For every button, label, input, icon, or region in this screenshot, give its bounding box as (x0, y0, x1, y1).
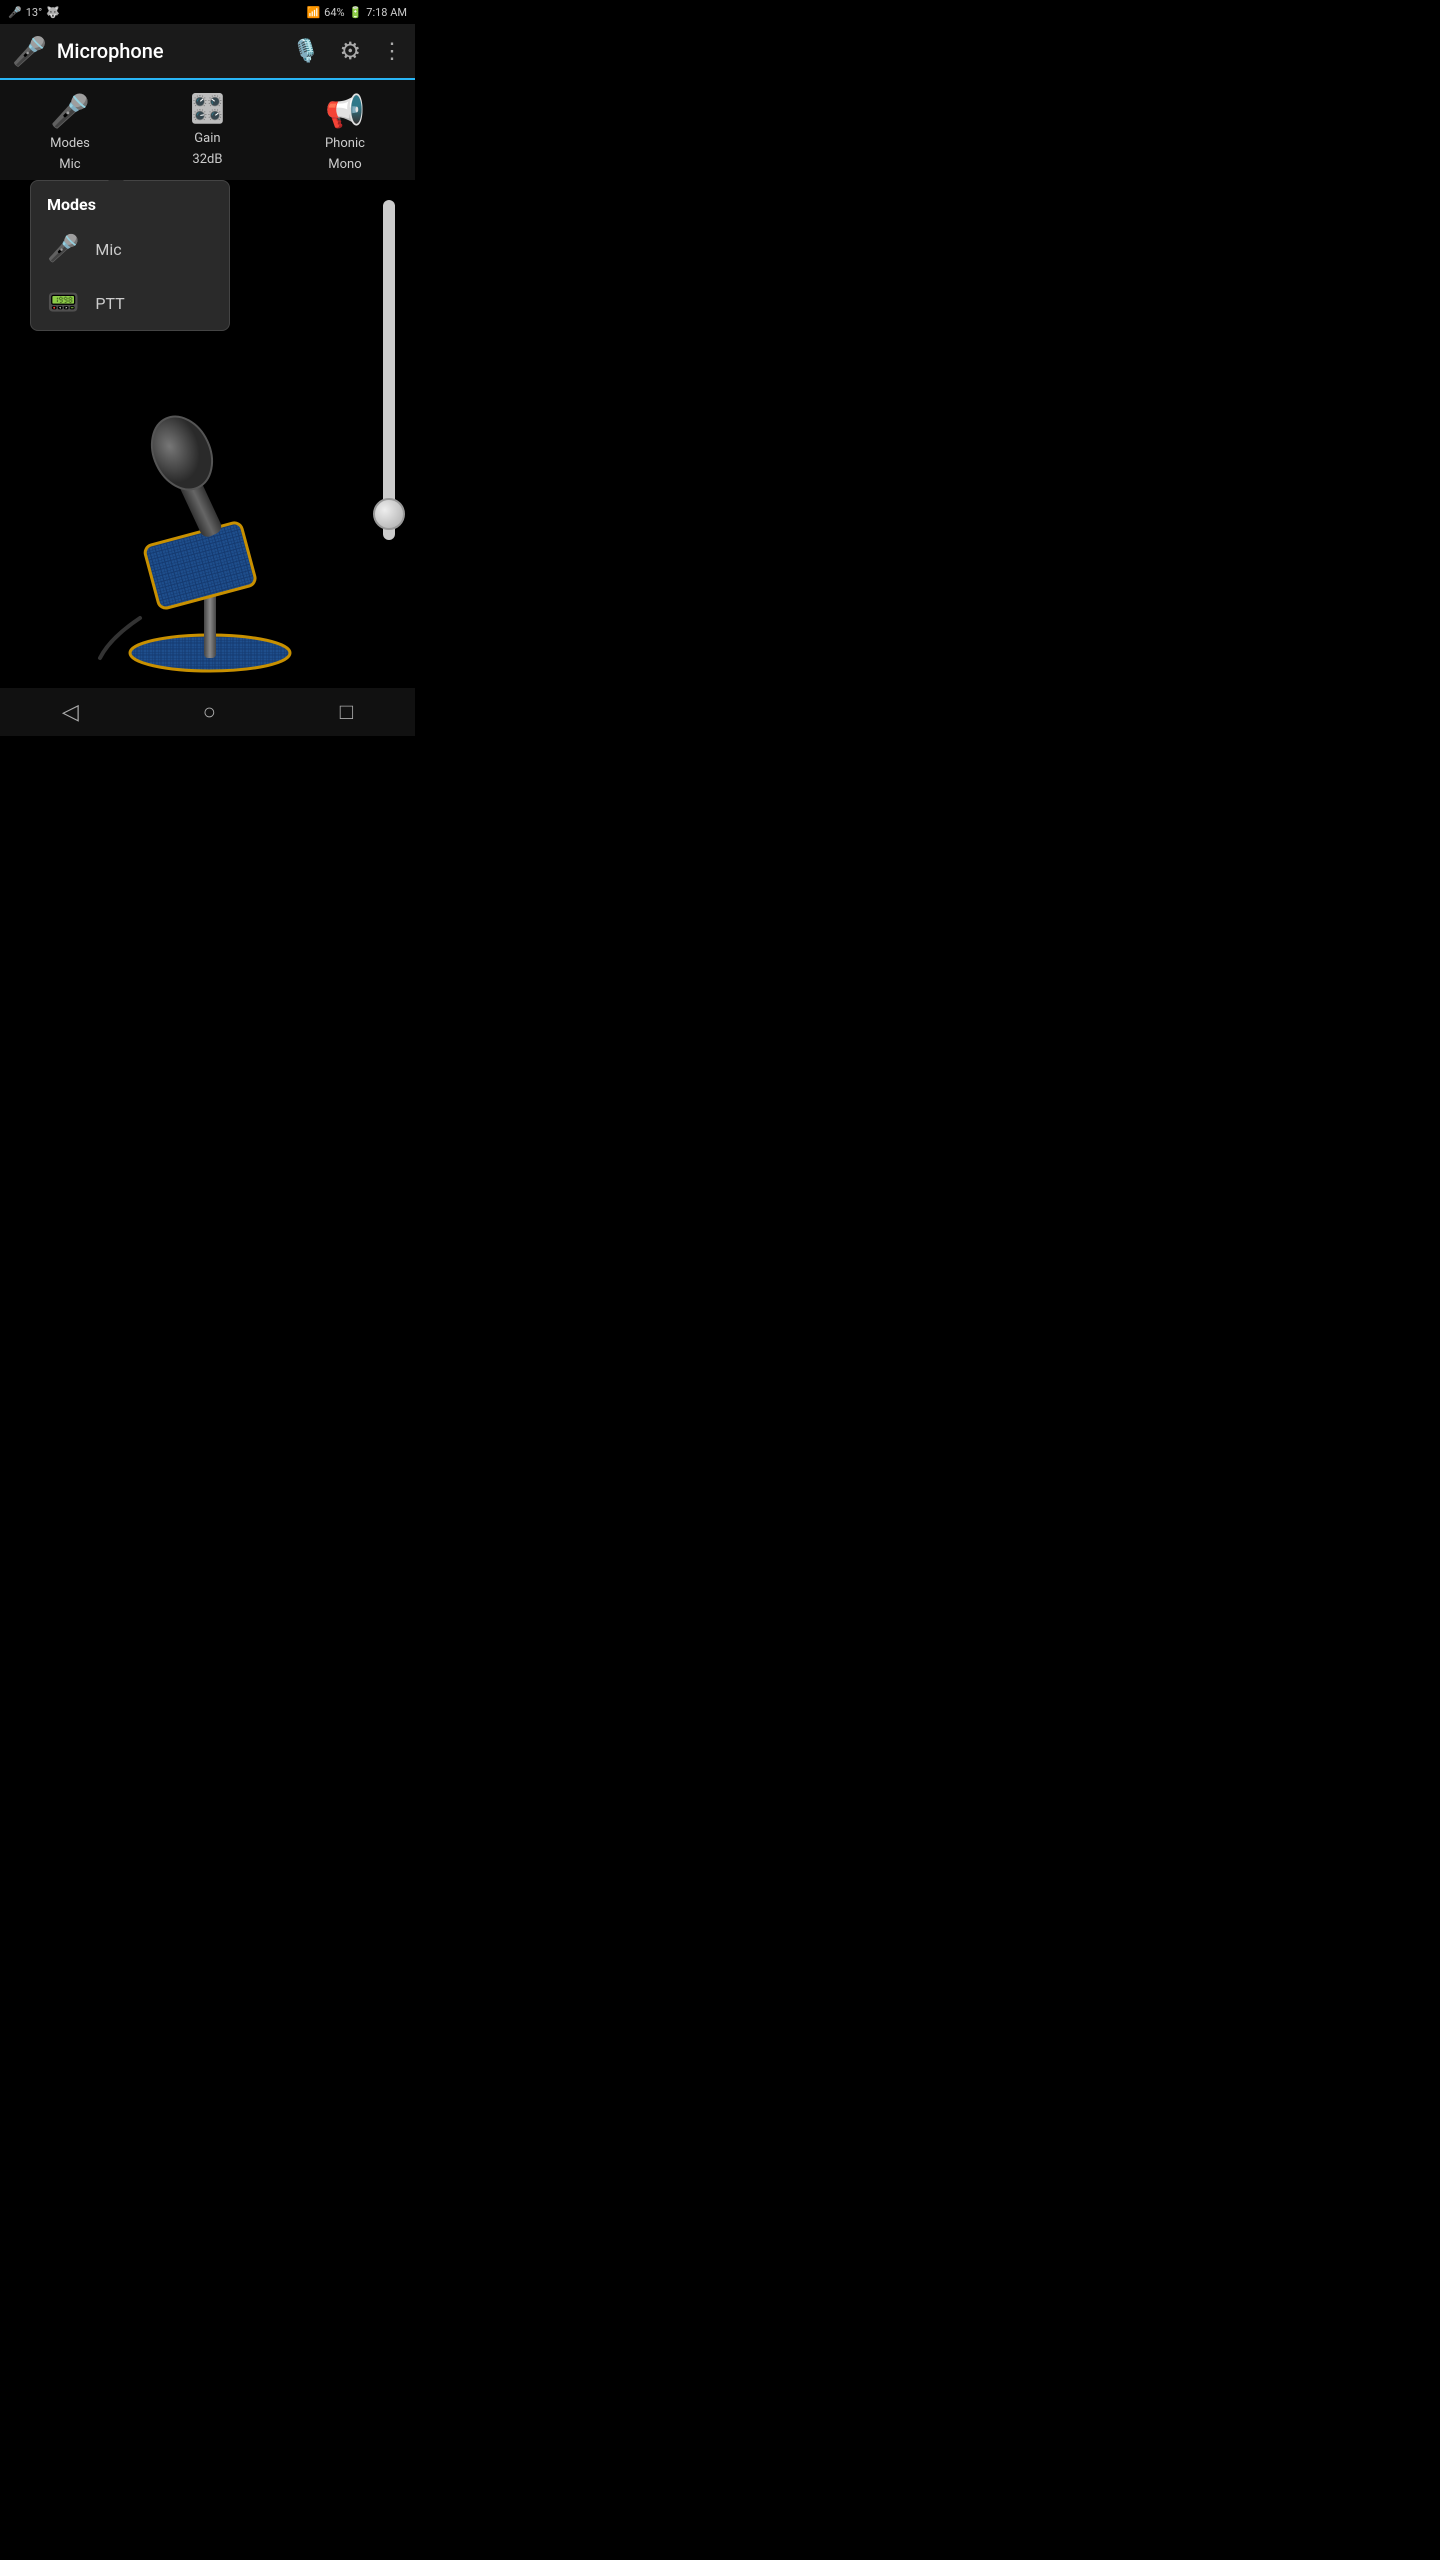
temperature: 13° (26, 6, 42, 19)
modes-label: Modes (50, 136, 90, 151)
app-bar-actions: 🎙️ ⚙ ⋮ (292, 37, 403, 65)
main-content: Modes 🎤 Mic 📟 PTT (0, 180, 415, 708)
gain-control[interactable]: 🎛️ Gain 32dB (190, 92, 225, 172)
modes-icon: 🎤 (50, 92, 90, 130)
app-title: Microphone (57, 39, 282, 63)
more-options-icon[interactable]: ⋮ (381, 39, 403, 64)
mic-status-icon: 🎤 (8, 6, 22, 19)
dropdown-mic-icon: 🎤 (47, 234, 79, 264)
dropdown-ptt-label: PTT (95, 294, 124, 313)
slider-thumb[interactable] (373, 498, 405, 530)
controls-row: 🎤 Modes Mic 🎛️ Gain 32dB 📢 Phonic Mono (0, 80, 415, 180)
recent-button[interactable]: □ (324, 691, 369, 733)
wolf-icon: 🐺 (46, 6, 60, 19)
phonic-control[interactable]: 📢 Phonic Mono (325, 92, 365, 172)
battery-level: 64% (324, 6, 344, 19)
volume-slider[interactable] (383, 200, 395, 580)
phonic-value: Mono (328, 157, 361, 172)
phonic-icon: 📢 (325, 92, 365, 130)
gain-icon: 🎛️ (190, 92, 225, 125)
dropdown-mic-label: Mic (95, 240, 121, 259)
home-button[interactable]: ○ (187, 691, 232, 733)
bottom-nav: ◁ ○ □ (0, 688, 415, 736)
settings-icon[interactable]: ⚙ (339, 37, 361, 65)
dropdown-item-mic[interactable]: 🎤 Mic (31, 222, 229, 276)
slider-track[interactable] (383, 200, 395, 540)
modes-control[interactable]: 🎤 Modes Mic (50, 92, 90, 172)
mic-action-icon[interactable]: 🎙️ (292, 39, 319, 64)
status-right: 📶 64% 🔋 7:18 AM (306, 6, 407, 19)
time: 7:18 AM (366, 6, 407, 19)
dropdown-title: Modes (31, 181, 229, 222)
back-button[interactable]: ◁ (46, 692, 95, 733)
status-bar: 🎤 13° 🐺 📶 64% 🔋 7:18 AM (0, 0, 415, 24)
microphone-illustration (80, 358, 340, 678)
dropdown-item-ptt[interactable]: 📟 PTT (31, 276, 229, 330)
dropdown-ptt-icon: 📟 (47, 288, 79, 318)
modes-value: Mic (59, 157, 80, 172)
gain-label: Gain (194, 131, 220, 146)
app-mic-icon: 🎤 (12, 35, 47, 68)
modes-dropdown: Modes 🎤 Mic 📟 PTT (30, 180, 230, 331)
phonic-label: Phonic (325, 136, 365, 151)
status-left: 🎤 13° 🐺 (8, 6, 60, 19)
battery-icon: 🔋 (349, 6, 363, 19)
gain-value: 32dB (192, 152, 222, 167)
signal-icon: 📶 (306, 6, 320, 19)
app-bar: 🎤 Microphone 🎙️ ⚙ ⋮ (0, 24, 415, 80)
